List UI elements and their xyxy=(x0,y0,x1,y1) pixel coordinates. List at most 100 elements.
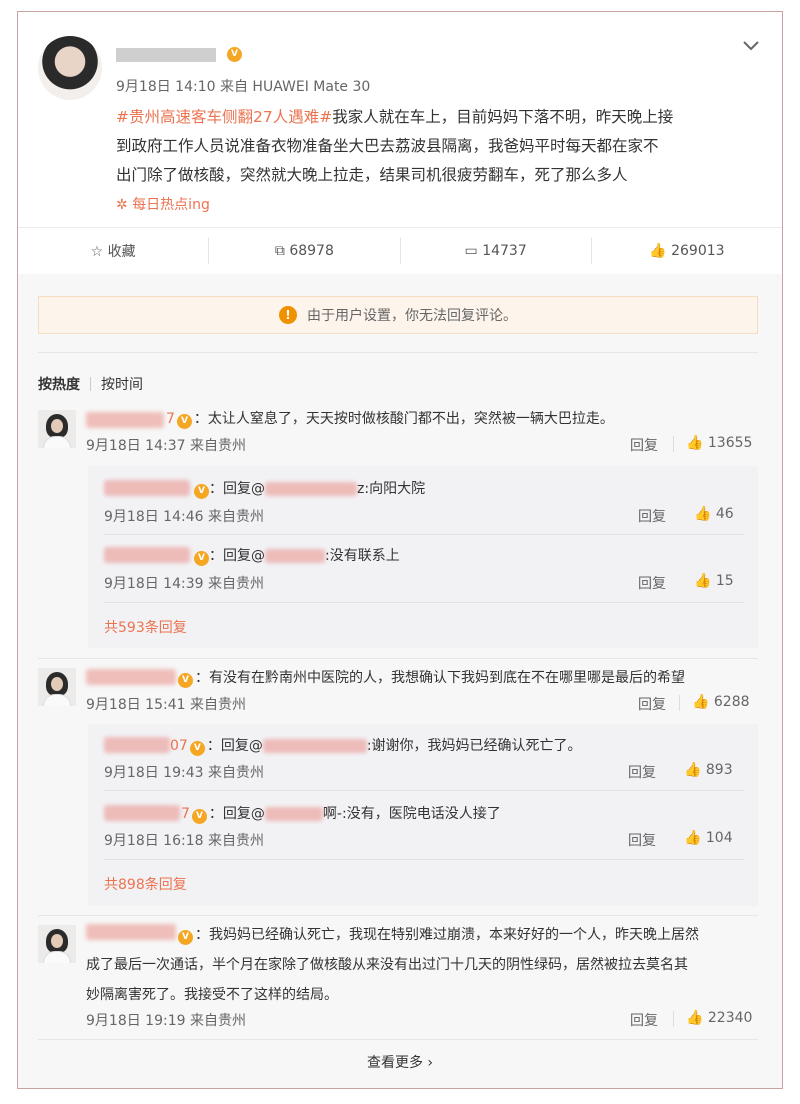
commenter-name-redacted[interactable] xyxy=(86,412,164,428)
reply-time: 9月18日 14:46 来自贵州 xyxy=(104,509,264,525)
comment-time: 9月18日 19:19 来自贵州 xyxy=(86,1013,246,1029)
star-icon: ☆ xyxy=(90,244,104,260)
reply-like-count: 104 xyxy=(705,830,733,846)
mention-redacted[interactable] xyxy=(262,739,367,753)
commenter-avatar[interactable] xyxy=(38,668,76,706)
post-body: #贵州高速客车侧翻27人遇难#我家人就在车上，目前妈妈下落不明，昨天晚上接 到政… xyxy=(116,103,756,190)
vip-badge-icon: V xyxy=(194,551,209,566)
replier-name-tail[interactable]: 07 xyxy=(170,738,188,754)
reply-time: 9月18日 14:39 来自贵州 xyxy=(104,576,264,592)
comment-like-count: 13655 xyxy=(707,435,753,451)
reply-button[interactable]: 回复 xyxy=(630,435,658,455)
reply-body-tail: 啊-:没有，医院电话没人接了 xyxy=(322,806,501,822)
reply-button[interactable]: 回复 xyxy=(638,573,666,593)
favorite-label: 收藏 xyxy=(107,244,136,260)
see-more-label: 查看更多 xyxy=(366,1055,423,1071)
post-body-line: 出门除了做核酸，突然就大晚上拉走，结果司机很疲劳翻车，死了那么多人 xyxy=(116,166,628,184)
divider xyxy=(679,695,680,711)
replier-name-redacted[interactable] xyxy=(104,737,170,753)
comment-body-line: 妙隔离害死了。我接受不了这样的结局。 xyxy=(86,987,338,1003)
comment-time: 9月18日 15:41 来自贵州 xyxy=(86,697,246,713)
reply-time: 9月18日 19:43 来自贵州 xyxy=(104,765,264,781)
replier-name-redacted[interactable] xyxy=(104,480,190,496)
comment-body-line: 成了最后一次通话，半个月在家除了做核酸从来没有出过门十几天的阴性绿码，居然被拉去… xyxy=(86,957,688,973)
like-button[interactable]: 👍 269013 xyxy=(592,243,782,259)
comment-text: V ：我妈妈已经确认死亡，我现在特别难过崩溃，本来好好的一个人，昨天晚上居然 成了… xyxy=(86,920,766,1010)
sort-tabs: 按热度 按时间 xyxy=(38,374,143,394)
comment-time: 9月18日 14:37 来自贵州 xyxy=(86,438,246,454)
reply-text: V ：回复@ z:向阳大院 xyxy=(194,478,425,499)
reply-button[interactable]: 回复 xyxy=(628,830,656,850)
post-expand-chevron-icon[interactable] xyxy=(740,34,762,56)
reply-body: ：回复@ xyxy=(209,548,265,564)
author-name-redacted[interactable] xyxy=(116,48,216,62)
topic-tag-icon: ✲ xyxy=(116,197,128,213)
post-source: 来自 HUAWEI Mate 30 xyxy=(219,79,371,95)
replier-name-redacted[interactable] xyxy=(104,547,190,563)
reply-time: 9月18日 16:18 来自贵州 xyxy=(104,833,264,849)
replier-name-redacted[interactable] xyxy=(104,805,180,821)
divider xyxy=(104,602,744,603)
comment-text: V ：有没有在黔南州中医院的人，我想确认下我妈到底在不在哪里哪是最后的希望 xyxy=(178,667,685,688)
reply-body-tail: :谢谢你，我妈妈已经确认死亡了。 xyxy=(366,738,582,754)
divider xyxy=(38,915,758,916)
replier-name-tail[interactable]: 7 xyxy=(181,806,190,822)
reply-button[interactable]: 回复 xyxy=(630,1010,658,1030)
mention-redacted[interactable] xyxy=(264,807,323,821)
chevron-right-icon: › xyxy=(427,1055,434,1071)
repost-button[interactable]: ⧉ 68978 xyxy=(209,243,399,259)
reply-like-button[interactable]: 👍 104 xyxy=(684,830,733,846)
weibo-post-card: V 9月18日 14:10 来自 HUAWEI Mate 30 #贵州高速客车侧… xyxy=(17,11,783,1089)
reply-like-button[interactable]: 👍 46 xyxy=(694,506,734,522)
reply-like-button[interactable]: 👍 893 xyxy=(684,762,733,778)
vip-badge-icon: V xyxy=(191,809,207,824)
sort-by-time-tab[interactable]: 按时间 xyxy=(101,374,143,394)
commenter-name-tail[interactable]: 7 xyxy=(166,411,175,427)
favorite-button[interactable]: ☆ 收藏 xyxy=(18,241,208,261)
see-more-button[interactable]: 查看更多 › xyxy=(18,1052,782,1072)
topic-tag-label: 每日热点ing xyxy=(132,197,210,213)
comment-like-count: 22340 xyxy=(707,1010,753,1026)
mention-redacted[interactable] xyxy=(265,549,325,563)
post-time[interactable]: 9月18日 14:10 xyxy=(116,79,216,95)
vip-badge-icon: V xyxy=(176,414,192,429)
thumbs-up-icon: 👍 xyxy=(694,573,712,589)
commenter-name-redacted[interactable] xyxy=(86,669,176,685)
thumbs-up-icon: 👍 xyxy=(686,1010,704,1026)
reply-button[interactable]: 回复 xyxy=(628,762,656,782)
more-replies-link[interactable]: 共898条回复 xyxy=(104,874,187,894)
comment-like-button[interactable]: 👍 6288 xyxy=(692,694,750,710)
sort-by-hot-tab[interactable]: 按热度 xyxy=(38,374,80,394)
reply-like-button[interactable]: 👍 15 xyxy=(694,573,734,589)
thumbs-up-icon: 👍 xyxy=(684,762,702,778)
mention-redacted[interactable] xyxy=(265,482,357,496)
reply-button[interactable]: 回复 xyxy=(638,694,666,714)
thumbs-up-icon: 👍 xyxy=(684,830,702,846)
post-hashtag[interactable]: #贵州高速客车侧翻27人遇难# xyxy=(116,108,332,126)
author-avatar[interactable] xyxy=(38,36,102,100)
action-bar: ☆ 收藏 ⧉ 68978 ▭ 14737 👍 269013 xyxy=(18,228,782,274)
commenter-avatar[interactable] xyxy=(38,925,76,963)
comment-button[interactable]: ▭ 14737 xyxy=(401,243,591,259)
divider xyxy=(673,436,674,452)
comment-count: 14737 xyxy=(482,243,527,259)
thumbs-up-icon: 👍 xyxy=(686,435,704,451)
commenter-avatar[interactable] xyxy=(38,410,76,448)
comment-text: 7 V ：太让人窒息了，天天按时做核酸门都不出，突然被一辆大巴拉走。 xyxy=(166,408,614,429)
comment-like-button[interactable]: 👍 22340 xyxy=(686,1010,752,1026)
divider xyxy=(38,658,758,659)
thumbs-up-icon: 👍 xyxy=(694,506,712,522)
topic-tag[interactable]: ✲ 每日热点ing xyxy=(116,194,210,214)
repost-count: 68978 xyxy=(289,243,334,259)
reply-like-count: 46 xyxy=(715,506,734,522)
divider xyxy=(38,352,758,353)
reply-button[interactable]: 回复 xyxy=(638,506,666,526)
reply-like-count: 15 xyxy=(715,573,734,589)
reply-body-tail: z:向阳大院 xyxy=(357,481,426,497)
vip-badge-icon: V xyxy=(194,484,209,499)
reply-body: ：回复@ xyxy=(208,806,265,822)
more-replies-link[interactable]: 共593条回复 xyxy=(104,617,187,637)
like-count: 269013 xyxy=(671,243,725,259)
post-meta: 9月18日 14:10 来自 HUAWEI Mate 30 xyxy=(116,76,370,96)
comment-like-button[interactable]: 👍 13655 xyxy=(686,435,752,451)
